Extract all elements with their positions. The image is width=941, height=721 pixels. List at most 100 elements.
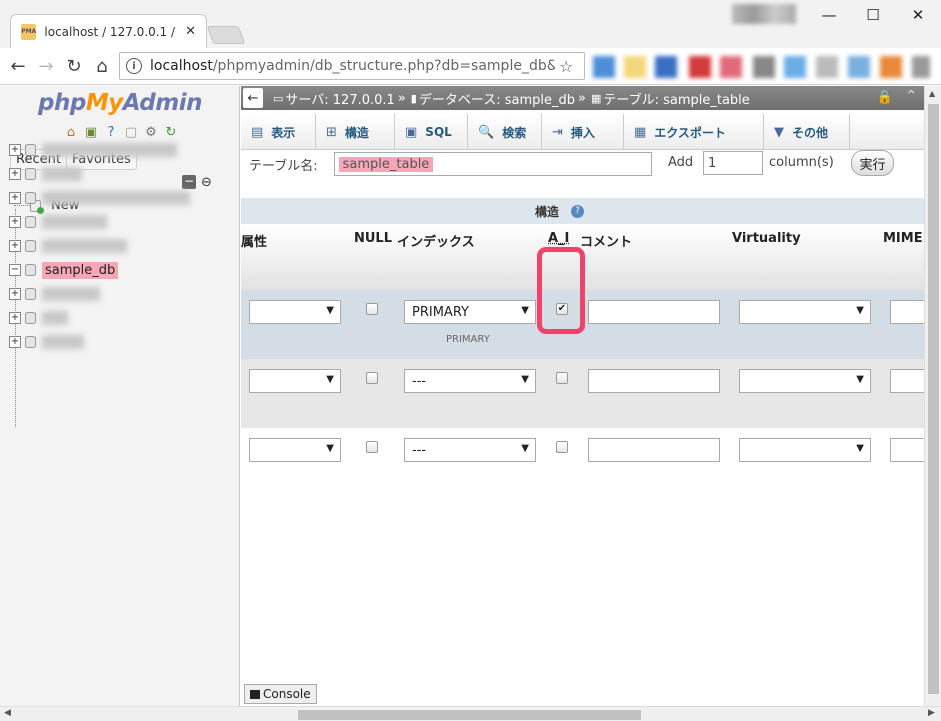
extension-icon-9[interactable] bbox=[848, 56, 870, 78]
extension-icon-7[interactable] bbox=[784, 56, 806, 78]
collapse-nav-icon[interactable]: ← bbox=[243, 88, 263, 108]
extension-icon-8[interactable] bbox=[816, 56, 838, 78]
expand-icon[interactable]: + bbox=[9, 192, 21, 204]
settings-icon[interactable]: ⚙ bbox=[143, 124, 159, 140]
execute-button[interactable]: 実行 bbox=[851, 150, 894, 176]
scroll-right-icon[interactable]: ▶ bbox=[928, 708, 935, 718]
database-name[interactable] bbox=[42, 239, 127, 253]
collapse-icon[interactable]: − bbox=[9, 264, 21, 276]
database-name[interactable] bbox=[42, 335, 84, 349]
sidebar-item-database[interactable]: + bbox=[9, 212, 107, 232]
reload-page-icon[interactable]: ↻ bbox=[62, 54, 86, 78]
null-checkbox[interactable] bbox=[366, 372, 378, 384]
tab-insert[interactable]: ⇥ 挿入 bbox=[542, 114, 624, 150]
link-with-main-icon[interactable]: ⊖ bbox=[201, 175, 212, 190]
scroll-left-icon[interactable]: ◀ bbox=[4, 708, 11, 718]
maximize-icon[interactable]: ☐ bbox=[858, 4, 888, 26]
database-name[interactable] bbox=[42, 311, 68, 325]
home-page-icon[interactable]: ⌂ bbox=[90, 54, 114, 78]
extension-icon-6[interactable] bbox=[753, 56, 775, 78]
attribute-select[interactable]: ▼ bbox=[249, 438, 341, 462]
vertical-scrollbar[interactable]: ▲ bbox=[924, 86, 941, 706]
tab-export[interactable]: ▦ エクスポート bbox=[624, 114, 764, 150]
database-name[interactable] bbox=[42, 287, 100, 301]
null-checkbox[interactable] bbox=[366, 441, 378, 453]
address-bar[interactable]: i localhost/phpmyadmin/db_structure.php?… bbox=[119, 52, 585, 80]
auto-increment-checkbox[interactable] bbox=[556, 372, 568, 384]
tab-close-icon[interactable]: ✕ bbox=[185, 24, 196, 39]
tab-structure[interactable]: ⊞ 構造 bbox=[316, 114, 395, 150]
structure-help-icon[interactable]: ? bbox=[571, 205, 584, 218]
bookmark-star-icon[interactable]: ☆ bbox=[559, 57, 573, 76]
sidebar-item-database[interactable]: − sample_db bbox=[9, 260, 119, 280]
collapse-all-icon[interactable]: − bbox=[182, 175, 196, 189]
breadcrumb-database[interactable]: データベース: sample_db bbox=[419, 89, 575, 108]
mime-input[interactable] bbox=[890, 300, 925, 324]
mime-input[interactable] bbox=[890, 438, 925, 462]
auto-increment-checkbox[interactable] bbox=[556, 441, 568, 453]
extension-icon-5[interactable] bbox=[720, 56, 742, 78]
mime-input[interactable] bbox=[890, 369, 925, 393]
virtuality-select[interactable]: ▼ bbox=[739, 300, 871, 324]
home-icon[interactable]: ⌂ bbox=[63, 124, 79, 140]
phpmyadmin-logo[interactable]: phpMyAdmin bbox=[38, 90, 202, 116]
forward-icon[interactable]: → bbox=[34, 54, 58, 78]
sidebar-item-database[interactable]: + bbox=[9, 140, 177, 160]
collapse-top-icon[interactable]: ⌃ bbox=[905, 88, 917, 104]
breadcrumb-table[interactable]: テーブル: sample_table bbox=[603, 89, 749, 108]
database-name[interactable] bbox=[42, 215, 107, 229]
help-icon[interactable]: ? bbox=[103, 124, 119, 140]
extension-icon-4[interactable] bbox=[689, 56, 711, 78]
index-select[interactable]: PRIMARY ▼ bbox=[404, 300, 536, 324]
extension-icon-1[interactable] bbox=[593, 56, 615, 78]
sidebar-item-database[interactable]: + bbox=[9, 284, 100, 304]
add-columns-input[interactable]: 1 bbox=[703, 151, 763, 175]
new-tab-button[interactable] bbox=[206, 26, 246, 44]
logout-icon[interactable]: ▣ bbox=[83, 124, 99, 140]
database-name[interactable]: sample_db bbox=[42, 261, 119, 279]
expand-icon[interactable]: + bbox=[9, 336, 21, 348]
expand-icon[interactable]: + bbox=[9, 312, 21, 324]
reload-icon[interactable]: ↻ bbox=[163, 124, 179, 140]
sidebar-item-database[interactable]: + bbox=[9, 188, 190, 208]
url-text[interactable]: localhost/phpmyadmin/db_structure.php?db… bbox=[150, 58, 555, 74]
database-name[interactable] bbox=[42, 143, 177, 157]
expand-icon[interactable]: + bbox=[9, 288, 21, 300]
profile-avatar[interactable] bbox=[732, 4, 796, 24]
attribute-select[interactable]: ▼ bbox=[249, 369, 341, 393]
database-name[interactable] bbox=[42, 191, 190, 205]
sidebar-item-database[interactable]: + bbox=[9, 308, 68, 328]
back-icon[interactable]: ← bbox=[6, 54, 30, 78]
tab-browse[interactable]: ▤ 表示 bbox=[241, 114, 316, 150]
virtuality-select[interactable]: ▼ bbox=[739, 438, 871, 462]
tab-chevron-down[interactable]: ▼ その他 bbox=[764, 114, 850, 150]
tab-sql[interactable]: ▣ SQL bbox=[395, 114, 468, 150]
comment-input[interactable] bbox=[588, 369, 720, 393]
minimize-icon[interactable]: — bbox=[814, 4, 844, 26]
sidebar-item-database[interactable]: + bbox=[9, 332, 84, 352]
horizontal-scrollbar[interactable]: ◀ ▶ bbox=[0, 706, 941, 721]
extension-icon-10[interactable] bbox=[880, 56, 902, 78]
horizontal-scroll-thumb[interactable] bbox=[298, 710, 641, 720]
extension-icon-3[interactable] bbox=[655, 56, 677, 78]
index-select[interactable]: --- ▼ bbox=[404, 369, 536, 393]
database-name[interactable] bbox=[42, 167, 82, 181]
expand-icon[interactable]: + bbox=[9, 240, 21, 252]
console-button[interactable]: Console bbox=[244, 684, 317, 704]
vertical-scroll-thumb[interactable] bbox=[928, 104, 939, 694]
sidebar-item-database[interactable]: + bbox=[9, 164, 82, 184]
comment-input[interactable] bbox=[588, 438, 720, 462]
expand-icon[interactable]: + bbox=[9, 216, 21, 228]
browser-tab[interactable]: PMA localhost / 127.0.0.1 / sa ✕ bbox=[10, 14, 207, 48]
breadcrumb-server[interactable]: サーバ: 127.0.0.1 bbox=[285, 89, 394, 108]
browser-menu-icon[interactable] bbox=[912, 56, 930, 78]
table-name-input[interactable]: sample_table bbox=[333, 152, 652, 176]
extension-icon-2[interactable] bbox=[624, 56, 646, 78]
expand-icon[interactable]: + bbox=[9, 168, 21, 180]
window-close-icon[interactable]: ✕ bbox=[903, 4, 933, 26]
comment-input[interactable] bbox=[588, 300, 720, 324]
null-checkbox[interactable] bbox=[366, 303, 378, 315]
docs-icon[interactable]: ▢ bbox=[123, 124, 139, 140]
sidebar-item-database[interactable]: + bbox=[9, 236, 127, 256]
expand-icon[interactable]: + bbox=[9, 144, 21, 156]
